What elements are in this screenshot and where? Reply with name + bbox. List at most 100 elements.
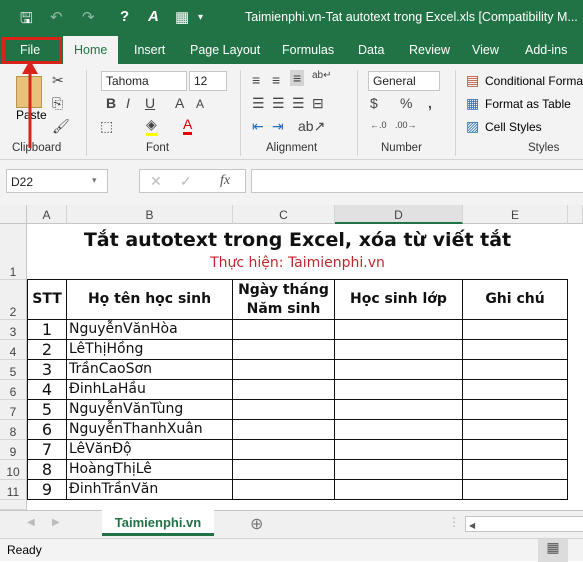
row-header-2[interactable]: 2	[0, 280, 27, 320]
number-format-select[interactable]: General	[368, 71, 440, 91]
font-name-select[interactable]: Tahoma	[101, 71, 187, 91]
sheet-tab[interactable]: Taimienphi.vn	[102, 510, 214, 536]
row-header-10[interactable]: 10	[0, 460, 27, 480]
align-right-icon[interactable]: ☰	[292, 95, 305, 112]
empty-cell[interactable]	[335, 480, 463, 500]
enter-icon[interactable]: ✓	[180, 173, 192, 190]
font-color-icon[interactable]: A	[183, 116, 193, 135]
tab-page-layout[interactable]: Page Layout	[190, 43, 260, 57]
column-header-f[interactable]	[568, 205, 583, 224]
empty-cell[interactable]	[335, 360, 463, 380]
horizontal-scrollbar[interactable]: ◀	[465, 516, 583, 532]
italic-icon[interactable]: I	[126, 95, 130, 111]
merge-center-icon[interactable]: ⊟	[312, 95, 324, 112]
empty-cell[interactable]	[463, 440, 568, 460]
empty-cell[interactable]	[335, 400, 463, 420]
empty-cell[interactable]	[233, 320, 335, 340]
stt-cell[interactable]: 5	[27, 400, 67, 420]
empty-cell[interactable]	[335, 420, 463, 440]
help-icon[interactable]: ?	[120, 8, 129, 25]
tab-data[interactable]: Data	[358, 43, 384, 57]
increase-indent-icon[interactable]: ⇥	[272, 118, 284, 135]
empty-cell[interactable]	[233, 360, 335, 380]
empty-cell[interactable]	[463, 420, 568, 440]
conditional-formatting-button[interactable]: Conditional Forma	[485, 74, 583, 88]
empty-cell[interactable]	[463, 480, 568, 500]
name-cell[interactable]: NguyễnVănHòa	[67, 320, 233, 340]
row-header-4[interactable]: 4	[0, 340, 27, 360]
name-cell[interactable]: LêVănĐộ	[67, 440, 233, 460]
form-icon[interactable]: ▦	[175, 8, 189, 26]
tab-home[interactable]: Home	[63, 36, 119, 64]
comma-icon[interactable]: ,	[428, 95, 432, 111]
increase-font-icon[interactable]: A	[175, 95, 184, 111]
normal-view-icon[interactable]: ▦	[538, 539, 568, 562]
font-size-select[interactable]: 12	[189, 71, 227, 91]
stt-cell[interactable]: 9	[27, 480, 67, 500]
borders-icon[interactable]: ⬚	[100, 118, 113, 135]
column-header-c[interactable]: C	[233, 205, 335, 224]
stt-cell[interactable]: 8	[27, 460, 67, 480]
decrease-font-icon[interactable]: A	[196, 97, 204, 111]
insert-function-icon[interactable]: fx	[220, 173, 230, 189]
bold-icon[interactable]: B	[106, 95, 116, 111]
tab-formulas[interactable]: Formulas	[282, 43, 334, 57]
redo-icon[interactable]: ↷	[82, 8, 95, 26]
add-sheet-icon[interactable]: ⊕	[250, 514, 263, 534]
stt-cell[interactable]: 6	[27, 420, 67, 440]
empty-cell[interactable]	[233, 460, 335, 480]
name-cell[interactable]: NguyễnVănTùng	[67, 400, 233, 420]
fill-color-icon[interactable]: ◈	[146, 116, 157, 136]
cut-icon[interactable]: ✂	[52, 72, 64, 89]
currency-icon[interactable]: $	[370, 95, 378, 111]
empty-cell[interactable]	[463, 380, 568, 400]
empty-cell[interactable]	[335, 380, 463, 400]
row-header-11[interactable]: 11	[0, 480, 27, 500]
name-cell[interactable]: ĐinhTrầnVăn	[67, 480, 233, 500]
empty-cell[interactable]	[335, 320, 463, 340]
row-header-1[interactable]: 1	[0, 224, 27, 280]
underline-icon[interactable]: U	[145, 95, 155, 111]
undo-icon[interactable]: ↶	[50, 8, 63, 26]
copy-icon[interactable]: ⎘	[52, 95, 63, 112]
align-center-icon[interactable]: ☰	[272, 95, 285, 112]
format-painter-icon[interactable]: 🖌	[52, 118, 70, 135]
row-header-9[interactable]: 9	[0, 440, 27, 460]
prev-sheet-icon[interactable]: ◀	[27, 517, 35, 528]
align-left-icon[interactable]: ☰	[252, 95, 265, 112]
percent-icon[interactable]: %	[400, 95, 412, 111]
stt-cell[interactable]: 2	[27, 340, 67, 360]
empty-cell[interactable]	[335, 460, 463, 480]
header-cell[interactable]: Ngày tháng Năm sinh	[233, 280, 335, 320]
empty-cell[interactable]	[463, 320, 568, 340]
empty-cell[interactable]	[463, 340, 568, 360]
empty-cell[interactable]	[233, 340, 335, 360]
empty-cell[interactable]	[335, 340, 463, 360]
next-sheet-icon[interactable]: ▶	[52, 517, 60, 528]
column-header-a[interactable]: A	[27, 205, 67, 224]
decrease-indent-icon[interactable]: ⇤	[252, 118, 264, 135]
empty-cell[interactable]	[463, 460, 568, 480]
name-cell[interactable]: NguyễnThanhXuân	[67, 420, 233, 440]
align-middle-icon[interactable]: ≡	[272, 72, 280, 88]
wrap-text-icon[interactable]: ab↵	[312, 70, 332, 81]
name-box-dropdown-icon[interactable]: ▾	[92, 175, 97, 186]
name-cell[interactable]: LêThịHồng	[67, 340, 233, 360]
increase-decimal-icon[interactable]: ←.0	[370, 120, 387, 130]
row-header-5[interactable]: 5	[0, 360, 27, 380]
stt-cell[interactable]: 3	[27, 360, 67, 380]
empty-cell[interactable]	[233, 480, 335, 500]
empty-cell[interactable]	[463, 400, 568, 420]
name-cell[interactable]: HoàngThịLê	[67, 460, 233, 480]
empty-cell[interactable]	[335, 440, 463, 460]
splitter-handle[interactable]: ⋮	[448, 515, 460, 529]
row-header-8[interactable]: 8	[0, 420, 27, 440]
row-header-12[interactable]	[0, 500, 27, 510]
cell-styles-button[interactable]: Cell Styles	[485, 120, 542, 134]
scroll-left-icon[interactable]: ◀	[466, 521, 475, 530]
row-header-3[interactable]: 3	[0, 320, 27, 340]
header-cell[interactable]: Học sinh lớp	[335, 280, 463, 320]
autotext-icon[interactable]: A	[148, 8, 159, 25]
empty-cell[interactable]	[463, 360, 568, 380]
title-merged-cell[interactable]: Tắt autotext trong Excel, xóa từ viết tắ…	[27, 224, 568, 280]
